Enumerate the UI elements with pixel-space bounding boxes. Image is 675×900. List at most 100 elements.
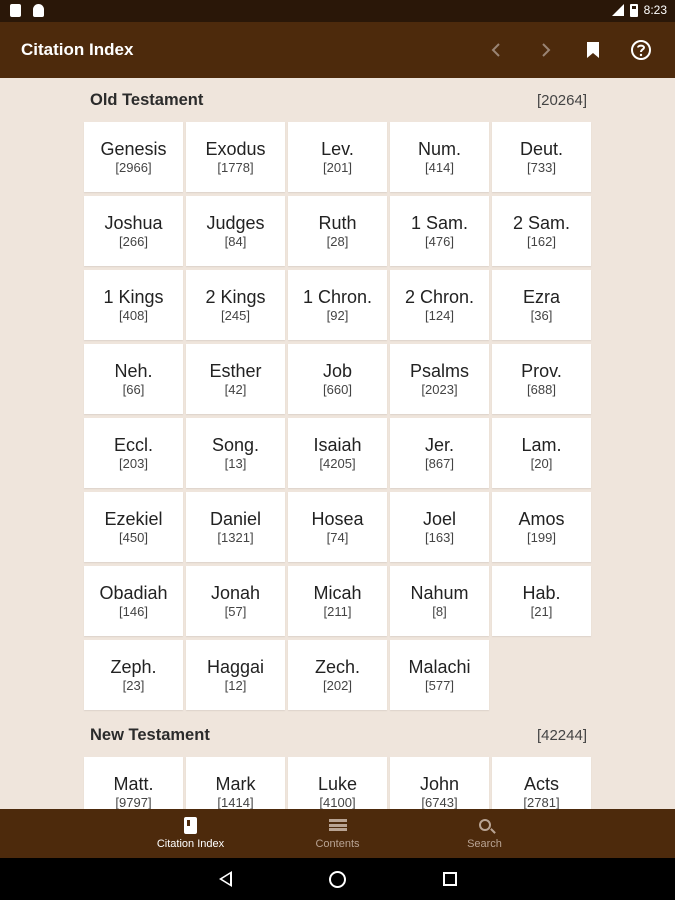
- book-cell[interactable]: Esther [42]: [186, 344, 285, 414]
- book-cell[interactable]: Matt. [9797]: [84, 757, 183, 809]
- signal-icon: [611, 4, 624, 16]
- book-citation-count: [6743]: [421, 795, 458, 809]
- section-count: [42244]: [536, 726, 587, 744]
- book-cell[interactable]: Zech. [202]: [288, 640, 387, 710]
- book-cell[interactable]: Exodus [1778]: [186, 122, 285, 192]
- system-home-button[interactable]: [326, 867, 350, 891]
- nav-citation-index[interactable]: Citation Index: [117, 809, 264, 858]
- book-cell[interactable]: Jer. [867]: [390, 418, 489, 488]
- book-citation-count: [1414]: [217, 795, 254, 809]
- book-cell[interactable]: Obadiah [146]: [84, 566, 183, 636]
- book-citation-count: [57]: [224, 604, 247, 619]
- back-button[interactable]: [473, 30, 521, 70]
- book-cell[interactable]: Prov. [688]: [492, 344, 591, 414]
- new-testament-header: New Testament [42244]: [85, 713, 591, 757]
- book-name: Luke: [317, 774, 358, 794]
- book-name: Isaiah: [313, 435, 362, 455]
- book-cell[interactable]: Lev. [201]: [288, 122, 387, 192]
- book-citation-count: [163]: [425, 530, 454, 545]
- book-citation-count: [245]: [221, 308, 250, 323]
- book-cell[interactable]: Malachi [577]: [390, 640, 489, 710]
- book-citation-count: [203]: [119, 456, 148, 471]
- book-citation-count: [36]: [530, 308, 553, 323]
- help-icon: [631, 40, 651, 60]
- book-cell[interactable]: 2 Kings [245]: [186, 270, 285, 340]
- book-cell[interactable]: Nahum [8]: [390, 566, 489, 636]
- book-citation-count: [688]: [527, 382, 556, 397]
- book-name: 1 Chron.: [302, 287, 373, 307]
- bookmark-button[interactable]: [569, 30, 617, 70]
- book-cell[interactable]: Song. [13]: [186, 418, 285, 488]
- book-cell[interactable]: 2 Chron. [124]: [390, 270, 489, 340]
- book-name: Psalms: [409, 361, 469, 381]
- book-cell[interactable]: Hosea [74]: [288, 492, 387, 562]
- book-citation-count: [13]: [224, 456, 247, 471]
- book-name: Num.: [417, 139, 461, 159]
- book-cell[interactable]: Ezekiel [450]: [84, 492, 183, 562]
- book-cell[interactable]: Judges [84]: [186, 196, 285, 266]
- book-cell[interactable]: Haggai [12]: [186, 640, 285, 710]
- nav-label: Citation Index: [156, 838, 225, 850]
- page-title: Citation Index: [21, 40, 134, 59]
- book-cell[interactable]: Psalms [2023]: [390, 344, 489, 414]
- book-citation-count: [21]: [530, 604, 553, 619]
- book-citation-count: [202]: [323, 678, 352, 693]
- book-cell[interactable]: Ezra [36]: [492, 270, 591, 340]
- new-testament-grid: Matt. [9797] Mark [1414] Luke [4100] John [6743…: [84, 757, 591, 809]
- book-cell[interactable]: Joel [163]: [390, 492, 489, 562]
- book-cell[interactable]: Neh. [66]: [84, 344, 183, 414]
- system-nav-bar: [0, 858, 675, 900]
- book-cell[interactable]: 2 Sam. [162]: [492, 196, 591, 266]
- system-recents-button[interactable]: [438, 867, 462, 891]
- android-icon: [33, 4, 44, 17]
- book-cell[interactable]: Genesis [2966]: [84, 122, 183, 192]
- book-cell[interactable]: Lam. [20]: [492, 418, 591, 488]
- book-cell[interactable]: Hab. [21]: [492, 566, 591, 636]
- book-name: 2 Sam.: [512, 213, 571, 233]
- battery-icon: [629, 3, 638, 17]
- book-cell[interactable]: Eccl. [203]: [84, 418, 183, 488]
- book-citation-count: [42]: [224, 382, 247, 397]
- book-citation-count: [162]: [527, 234, 556, 249]
- back-arrow-icon: [491, 43, 500, 57]
- book-cell[interactable]: Micah [211]: [288, 566, 387, 636]
- book-citation-count: [414]: [425, 160, 454, 175]
- book-cell[interactable]: Joshua [266]: [84, 196, 183, 266]
- book-cell[interactable]: 1 Chron. [92]: [288, 270, 387, 340]
- book-citation-count: [124]: [425, 308, 454, 323]
- book-cell[interactable]: Deut. [733]: [492, 122, 591, 192]
- nav-contents[interactable]: Contents: [264, 809, 411, 858]
- old-testament-grid: Genesis [2966] Exodus [1778] Lev. [201] Num. [4…: [84, 122, 591, 710]
- section-title: Old Testament: [90, 90, 204, 109]
- forward-button[interactable]: [521, 30, 569, 70]
- book-cell[interactable]: Luke [4100]: [288, 757, 387, 809]
- book-citation-count: [2966]: [115, 160, 152, 175]
- book-cell[interactable]: Job [660]: [288, 344, 387, 414]
- book-cell[interactable]: Acts [2781]: [492, 757, 591, 809]
- book-cell[interactable]: Daniel [1321]: [186, 492, 285, 562]
- help-button[interactable]: [617, 30, 665, 70]
- book-cell[interactable]: Num. [414]: [390, 122, 489, 192]
- book-cell[interactable]: Isaiah [4205]: [288, 418, 387, 488]
- system-back-button[interactable]: [214, 867, 238, 891]
- book-name: Hab.: [522, 583, 561, 603]
- book-name: 2 Chron.: [404, 287, 475, 307]
- nav-label: Search: [467, 838, 502, 850]
- book-cell[interactable]: Mark [1414]: [186, 757, 285, 809]
- book-cell[interactable]: Jonah [57]: [186, 566, 285, 636]
- book-name: Eccl.: [113, 435, 153, 455]
- book-cell[interactable]: 1 Kings [408]: [84, 270, 183, 340]
- book-name: Genesis: [100, 139, 167, 159]
- book-cell[interactable]: John [6743]: [390, 757, 489, 809]
- book-cell[interactable]: 1 Sam. [476]: [390, 196, 489, 266]
- book-name: Micah: [313, 583, 362, 603]
- book-name: Matt.: [113, 774, 154, 794]
- nav-search[interactable]: Search: [411, 809, 558, 858]
- book-cell[interactable]: Ruth [28]: [288, 196, 387, 266]
- book-citation-count: [2023]: [421, 382, 458, 397]
- book-name: Lam.: [521, 435, 562, 455]
- bookmark-icon: [587, 42, 599, 58]
- book-name: Deut.: [519, 139, 564, 159]
- book-cell[interactable]: Zeph. [23]: [84, 640, 183, 710]
- book-cell[interactable]: Amos [199]: [492, 492, 591, 562]
